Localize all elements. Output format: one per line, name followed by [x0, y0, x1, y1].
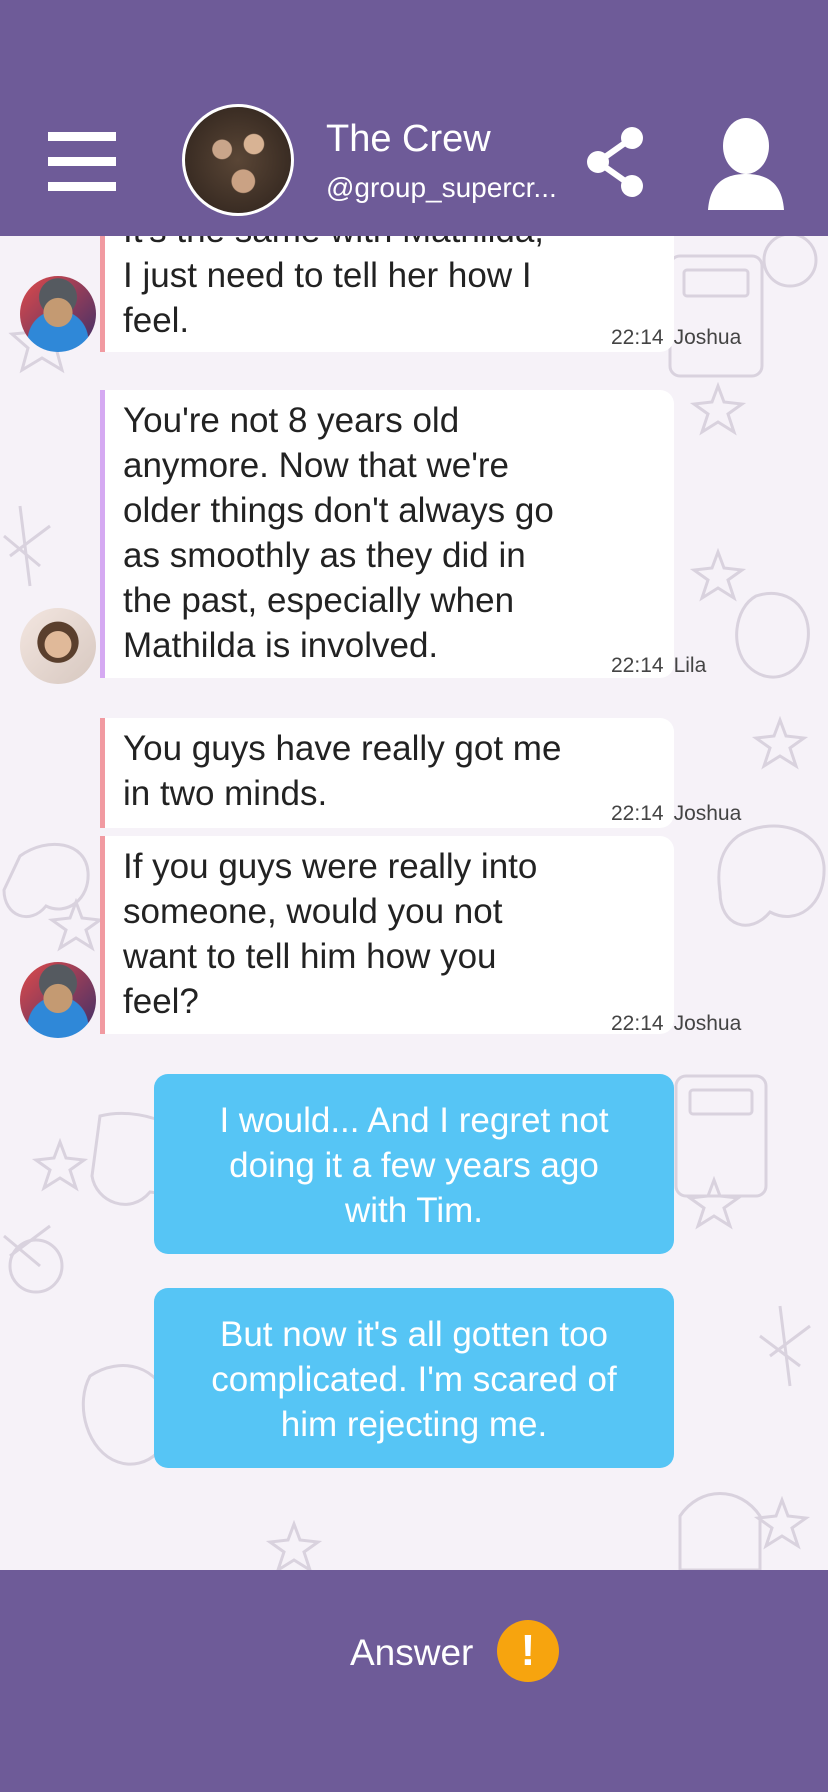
message-line: anymore. Now that we're	[123, 446, 510, 485]
message-meta: 22:14 Lila	[611, 654, 706, 678]
joshua-avatar[interactable]	[20, 962, 96, 1038]
message-line: feel.	[123, 301, 190, 340]
message-line: You guys have really got me	[123, 729, 562, 768]
message-time: 22:14	[611, 802, 664, 825]
message-meta: 22:14 Joshua	[611, 1012, 741, 1036]
group-avatar[interactable]	[182, 104, 294, 216]
chat-header: The Crew @group_supercr...	[0, 0, 828, 236]
message-time: 22:14	[611, 1012, 664, 1035]
message-meta: 22:14 Joshua	[611, 326, 741, 350]
message-time: 22:14	[611, 654, 664, 677]
outgoing-message-bubble[interactable]: But now it's all gotten too complicated.…	[154, 1288, 674, 1468]
hamburger-menu-icon[interactable]	[48, 132, 118, 192]
answer-label: Answer	[350, 1632, 474, 1673]
answer-button[interactable]: Answer !	[340, 1620, 580, 1684]
message-line: If you guys were really into	[123, 847, 538, 886]
message-line: feel?	[123, 982, 199, 1021]
outgoing-message-bubble[interactable]: I would... And I regret not doing it a f…	[154, 1074, 674, 1254]
sender-name: Joshua	[673, 802, 742, 825]
message-bubble[interactable]: It's the same with Mathilda, I just need…	[100, 236, 674, 352]
message-meta: 22:14 Joshua	[611, 802, 741, 826]
sender-name: Joshua	[673, 1012, 742, 1035]
group-handle: @group_supercr...	[326, 172, 557, 203]
message-bubble[interactable]: If you guys were really into someone, wo…	[100, 836, 674, 1034]
sender-name: Lila	[673, 654, 707, 677]
message-line: the past, especially when	[123, 581, 515, 620]
user-profile-icon[interactable]	[706, 112, 786, 212]
message-line: in two minds.	[123, 774, 328, 813]
exclamation-alert-icon: !	[497, 1620, 559, 1682]
message-line: I just need to tell her how I	[123, 256, 532, 295]
message-line: You're not 8 years old	[123, 401, 460, 440]
message-line: Mathilda is involved.	[123, 626, 439, 665]
share-icon[interactable]	[584, 124, 648, 200]
message-line: I would... And I regret not	[219, 1101, 609, 1140]
message-bubble[interactable]: You guys have really got me in two minds…	[100, 718, 674, 828]
message-line: him rejecting me.	[280, 1405, 548, 1444]
message-line: doing it a few years ago	[229, 1146, 599, 1185]
message-line: older things don't always go	[123, 491, 554, 530]
message-line: as smoothly as they did in	[123, 536, 526, 575]
group-title: The Crew	[326, 118, 491, 160]
lila-avatar[interactable]	[20, 608, 96, 684]
message-line: It's the same with Mathilda,	[123, 236, 656, 253]
message-line: someone, would you not	[123, 892, 503, 931]
message-bubble[interactable]: You're not 8 years old anymore. Now that…	[100, 390, 674, 678]
joshua-avatar[interactable]	[20, 276, 96, 352]
sender-name: Joshua	[673, 326, 742, 349]
chat-area[interactable]: It's the same with Mathilda, I just need…	[0, 236, 828, 1570]
answer-bar: Answer !	[0, 1570, 828, 1792]
message-line: complicated. I'm scared of	[211, 1360, 617, 1399]
message-line: want to tell him how you	[123, 937, 497, 976]
message-line: with Tim.	[344, 1191, 484, 1230]
message-line: But now it's all gotten too	[219, 1315, 609, 1354]
message-time: 22:14	[611, 326, 664, 349]
